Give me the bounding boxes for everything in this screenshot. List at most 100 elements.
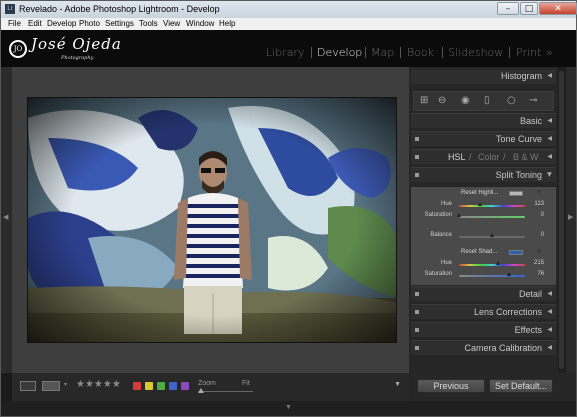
menu-edit[interactable]: Edit [28, 19, 42, 28]
photo-preview[interactable] [27, 97, 397, 343]
panel-switch-icon[interactable] [415, 292, 419, 296]
shadows-hue-thumb[interactable] [496, 261, 501, 265]
module-slideshow[interactable]: Slideshow [448, 46, 503, 59]
panel-effects[interactable]: Effects ◀ [411, 322, 556, 337]
panel-tone-curve-label: Tone Curve [495, 134, 542, 144]
menu-photo[interactable]: Photo [79, 19, 100, 28]
shadows-hue-label: Hue [440, 260, 452, 266]
menu-help[interactable]: Help [219, 19, 235, 28]
spot-removal-icon[interactable]: ⊖ [438, 96, 446, 106]
close-button[interactable]: ✕ [539, 2, 577, 15]
bottom-toolbar: ▾ ★★★★★ Zoom Fit ▼ [12, 373, 409, 401]
title-bar[interactable]: Lr Revelado - Adobe Photoshop Lightroom … [1, 1, 577, 18]
color-label-blue[interactable] [169, 382, 177, 390]
adjustment-brush-icon[interactable]: ⊸ [529, 96, 537, 106]
split-toning-body: Reset Highli... ▼ Hue 113 Saturation 0 B… [411, 187, 556, 285]
highlights-dropdown-icon[interactable]: ▼ [536, 190, 542, 196]
shadows-color-swatch[interactable] [509, 250, 523, 255]
module-book[interactable]: Book [407, 46, 434, 59]
panel-switch-icon[interactable] [415, 173, 419, 177]
menu-view[interactable]: View [163, 19, 180, 28]
panel-lens-corrections[interactable]: Lens Corrections ◀ [411, 304, 556, 319]
panel-switch-icon[interactable] [415, 137, 419, 141]
tab-hsl[interactable]: HSL [448, 152, 466, 162]
panel-camera-calibration-label: Camera Calibration [464, 343, 542, 353]
panel-tone-curve[interactable]: Tone Curve ◀ [411, 131, 556, 146]
menu-tools[interactable]: Tools [139, 19, 158, 28]
color-label-green[interactable] [157, 382, 165, 390]
shadows-saturation-slider[interactable] [459, 275, 525, 277]
color-label-purple[interactable] [181, 382, 189, 390]
collapse-triangle-icon: ◀ [547, 136, 552, 142]
balance-value[interactable]: 0 [541, 232, 544, 238]
before-after-button[interactable] [42, 381, 60, 391]
rating-stars[interactable]: ★★★★★ [76, 379, 121, 390]
lightroom-window: Lr Revelado - Adobe Photoshop Lightroom … [0, 0, 577, 417]
panel-hsl[interactable]: HSL / Color / B & W ◀ [411, 149, 556, 164]
panel-histogram[interactable]: Histogram ◀ [411, 69, 556, 84]
set-default-button[interactable]: Set Default... [489, 379, 553, 393]
panel-lens-corrections-label: Lens Corrections [473, 307, 542, 317]
menu-develop[interactable]: Develop [47, 19, 76, 28]
left-panel-toggle[interactable]: ◀ [1, 67, 12, 373]
menu-settings[interactable]: Settings [105, 19, 134, 28]
radial-filter-icon[interactable]: ○ [507, 96, 516, 106]
menu-file[interactable]: File [8, 19, 21, 28]
panel-switch-icon[interactable] [415, 155, 419, 159]
highlights-color-swatch[interactable] [509, 191, 523, 196]
shadows-dropdown-icon[interactable]: ▼ [536, 249, 542, 255]
shadows-reset-label[interactable]: Reset Shad... [461, 249, 497, 255]
menu-window[interactable]: Window [186, 19, 214, 28]
loupe-view-button[interactable] [20, 381, 36, 391]
shadows-saturation-value[interactable]: 76 [537, 271, 544, 277]
right-panel-scrollbar[interactable] [558, 67, 566, 373]
scrollbar-thumb[interactable] [559, 71, 564, 369]
collapse-triangle-icon: ◀ [547, 73, 552, 79]
right-panel-toggle[interactable]: ▶ [566, 67, 576, 373]
highlights-hue-value[interactable]: 113 [534, 201, 544, 207]
shadows-hue-slider[interactable] [459, 264, 525, 266]
shadows-saturation-thumb[interactable] [507, 272, 512, 276]
graduated-filter-icon[interactable]: ▯ [484, 96, 490, 106]
panel-basic[interactable]: Basic ◀ [411, 113, 556, 128]
tab-color[interactable]: Color [478, 152, 500, 162]
red-eye-icon[interactable]: ◉ [461, 96, 470, 106]
module-develop[interactable]: Develop [317, 46, 362, 59]
lightroom-app-icon: Lr [5, 4, 15, 14]
panel-camera-calibration[interactable]: Camera Calibration ◀ [411, 340, 556, 355]
expand-filmstrip-icon: ▼ [285, 404, 292, 411]
filmstrip-toggle[interactable]: ▼ [1, 401, 576, 416]
tab-bw[interactable]: B & W [513, 152, 539, 162]
module-map[interactable]: Map [371, 46, 394, 59]
zoom-slider-thumb[interactable] [198, 388, 204, 393]
previous-button[interactable]: Previous [417, 379, 485, 393]
before-after-menu-icon[interactable]: ▾ [64, 381, 67, 388]
shadows-hue-value[interactable]: 215 [534, 260, 544, 266]
maximize-button[interactable]: □ [520, 2, 538, 15]
panel-split-toning[interactable]: Split Toning ◀ [411, 167, 556, 182]
balance-thumb[interactable] [490, 233, 494, 237]
panel-switch-icon[interactable] [415, 310, 419, 314]
color-label-yellow[interactable] [145, 382, 153, 390]
collapse-triangle-icon: ◀ [547, 309, 552, 315]
zoom-slider[interactable] [198, 391, 253, 392]
highlights-saturation-slider[interactable] [459, 216, 525, 218]
highlights-hue-thumb[interactable] [477, 202, 482, 206]
highlights-reset-label[interactable]: Reset Highli... [461, 190, 498, 196]
identity-header: JO José Ojeda Photography Library Develo… [1, 30, 576, 67]
panel-detail-label: Detail [518, 289, 542, 299]
color-label-red[interactable] [133, 382, 141, 390]
minimize-button[interactable]: – [497, 2, 519, 15]
highlights-hue-slider[interactable] [459, 205, 525, 207]
panel-switch-icon[interactable] [415, 346, 419, 350]
highlights-saturation-thumb[interactable] [457, 213, 461, 217]
crop-tool-icon[interactable]: ⊞ [420, 96, 428, 106]
module-library[interactable]: Library [266, 46, 304, 59]
panel-detail[interactable]: Detail ◀ [411, 286, 556, 301]
panel-switch-icon[interactable] [415, 328, 419, 332]
more-modules-icon[interactable]: » [546, 46, 553, 59]
toolbar-menu-icon[interactable]: ▼ [394, 381, 401, 388]
highlights-saturation-value[interactable]: 0 [541, 212, 544, 218]
identity-tagline: Photography [61, 55, 94, 61]
module-print[interactable]: Print [516, 46, 541, 59]
